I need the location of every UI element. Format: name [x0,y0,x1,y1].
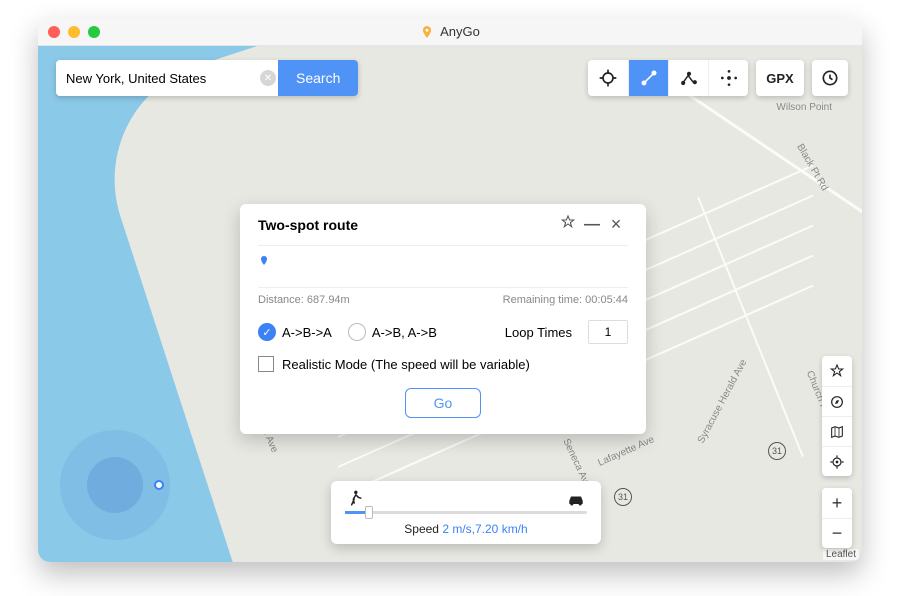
clock-icon [820,68,840,88]
teleport-mode-button[interactable] [588,60,628,96]
car-icon [565,489,587,509]
location-pin-icon [258,254,270,268]
map-attribution: Leaflet [823,549,859,560]
star-icon [560,214,576,230]
radio-icon [348,323,366,341]
compass-button[interactable] [822,386,852,416]
two-spot-mode-button[interactable] [628,60,668,96]
route-option-aba[interactable]: A->B->A [258,323,332,341]
app-pin-icon [420,25,434,39]
two-spot-icon [639,68,659,88]
joystick-handle[interactable] [154,480,164,490]
map-label: Wilson Point [776,102,832,113]
option-label: A->B->A [282,325,332,340]
map-canvas[interactable]: Wilson Point Black Pt Rd Lafayette Ave S… [38,46,862,562]
speed-value: 2 m/s,7.20 km/h [442,522,527,536]
route-shield: 31 [768,442,786,460]
clear-search-button[interactable]: ✕ [260,70,276,86]
zoom-out-button[interactable]: − [822,518,852,548]
close-window-button[interactable] [48,26,60,38]
realistic-mode-label: Realistic Mode (The speed will be variab… [282,357,530,372]
virtual-joystick[interactable] [60,430,170,540]
star-icon [829,363,845,379]
crosshair-icon [598,68,618,88]
realistic-mode-checkbox[interactable] [258,356,274,372]
compass-icon [829,394,845,410]
route-shield: 31 [614,488,632,506]
remaining-time-label: Remaining time: 00:05:44 [503,294,628,306]
zoom-window-button[interactable] [88,26,100,38]
radio-selected-icon [258,323,276,341]
history-button[interactable] [812,60,848,96]
jump-icon [719,68,739,88]
minimize-panel-button[interactable]: — [580,216,604,234]
search-input[interactable] [56,60,278,96]
minimize-window-button[interactable] [68,26,80,38]
walk-icon [345,489,365,509]
go-button[interactable]: Go [405,388,482,418]
speed-slider[interactable] [345,511,587,514]
app-title: AnyGo [440,24,480,39]
route-option-abab[interactable]: A->B, A->B [348,323,437,341]
favorite-button[interactable] [556,214,580,235]
jump-teleport-button[interactable] [708,60,748,96]
zoom-in-button[interactable]: + [822,488,852,518]
app-window: AnyGo Wilson Point Black Pt Rd Lafayette… [38,18,862,562]
loop-times-input[interactable] [588,320,628,344]
close-panel-button[interactable]: × [604,214,628,235]
search-button[interactable]: Search [278,60,358,96]
distance-label: Distance: 687.94m [258,294,350,306]
map-layers-button[interactable] [822,416,852,446]
joystick-inner [87,457,143,513]
map-icon [829,424,845,440]
locate-me-button[interactable] [822,446,852,476]
option-label: A->B, A->B [372,325,437,340]
traffic-lights [48,26,100,38]
speed-label: Speed [404,522,442,536]
slider-thumb[interactable] [365,506,373,519]
panel-title: Two-spot route [258,217,556,233]
route-panel: Two-spot route — × Distance: 687.94m Rem… [240,204,646,434]
speed-panel: Speed 2 m/s,7.20 km/h [331,481,601,544]
titlebar: AnyGo [38,18,862,46]
gpx-button[interactable]: GPX [756,60,804,96]
locate-icon [829,454,845,470]
multi-spot-icon [679,68,699,88]
favorites-button[interactable] [822,356,852,386]
loop-times-label: Loop Times [505,325,572,340]
multi-spot-mode-button[interactable] [668,60,708,96]
